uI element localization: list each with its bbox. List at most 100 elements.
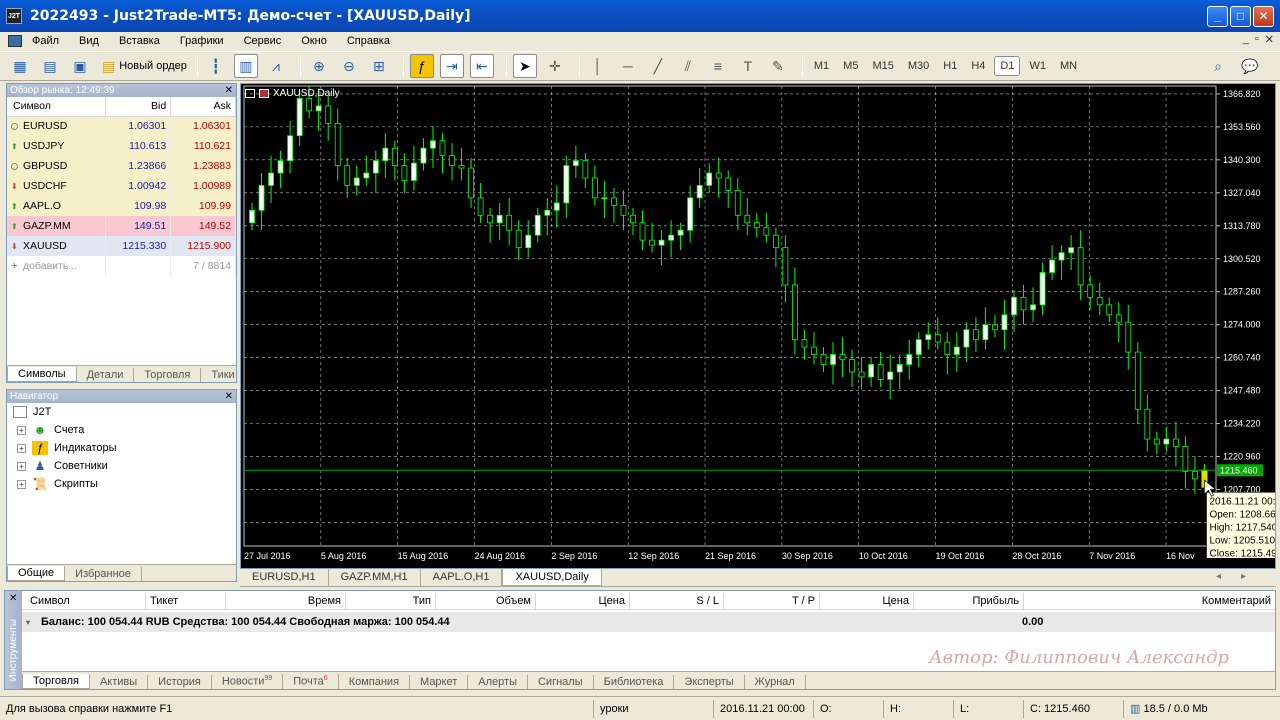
chat-icon[interactable]: 💬 xyxy=(1238,54,1262,78)
column-profit[interactable]: Прибыль xyxy=(914,593,1024,609)
navigator-item-accounts[interactable]: + ☻ Счета xyxy=(7,421,236,439)
trendline-icon[interactable]: ╱ xyxy=(646,54,670,78)
column-type[interactable]: Тип xyxy=(346,593,436,609)
menu-insert[interactable]: Вставка xyxy=(119,35,172,47)
menu-view[interactable]: Вид xyxy=(79,35,111,47)
timeframe-m30[interactable]: M30 xyxy=(903,57,934,75)
column-symbol[interactable]: Символ xyxy=(7,97,107,117)
market-watch-row[interactable]: ⬇ USDCHF 1.00942 1.00989 xyxy=(7,176,236,196)
tab-symbols[interactable]: Символы xyxy=(7,367,77,382)
text-icon[interactable]: T xyxy=(736,54,760,78)
zoom-out-icon[interactable]: ⊖ xyxy=(337,54,361,78)
shapes-icon[interactable]: ✎ xyxy=(766,54,790,78)
navigator-item-scripts[interactable]: + 📜 Скрипты xyxy=(7,475,236,493)
tab-signals[interactable]: Сигналы xyxy=(528,675,594,689)
candlestick-chart[interactable]: 1366.820 1353.560 1340.300 1327.040 1313.780… xyxy=(241,84,1280,568)
timeframe-m1[interactable]: M1 xyxy=(809,57,834,75)
new-order-button[interactable]: ▤ Новый ордер xyxy=(98,58,191,75)
tab-alerts[interactable]: Алерты xyxy=(468,675,528,689)
zoom-in-icon[interactable]: ⊕ xyxy=(307,54,331,78)
column-current-price[interactable]: Цена xyxy=(820,593,914,609)
column-ask[interactable]: Ask xyxy=(170,97,236,117)
expand-icon[interactable]: + xyxy=(17,425,26,435)
add-symbol-row[interactable]: + добавить... 7 / 8814 xyxy=(7,256,236,276)
indicators-icon[interactable]: ƒ xyxy=(409,54,434,78)
chart-window[interactable]: 1366.820 1353.560 1340.300 1327.040 1313.780… xyxy=(240,83,1280,569)
timeframe-h1[interactable]: H1 xyxy=(938,57,962,75)
tab-scroll-arrows[interactable]: ◂▸ xyxy=(1216,571,1266,582)
strategy-tester-icon[interactable]: ▣ xyxy=(68,54,92,78)
column-tp[interactable]: T / P xyxy=(724,593,820,609)
chart-shift-icon[interactable]: ⇤ xyxy=(469,54,494,78)
expand-icon[interactable]: + xyxy=(17,461,26,471)
close-icon[interactable]: ✕ xyxy=(225,390,233,403)
fibonacci-icon[interactable]: ≡ xyxy=(706,54,730,78)
expand-icon[interactable]: + xyxy=(17,479,26,489)
candlestick-chart-icon[interactable]: ▥ xyxy=(233,54,258,78)
tile-windows-icon[interactable]: ⊞ xyxy=(367,54,391,78)
market-watch-row[interactable]: ⬇ XAUUSD 1215.330 1215.900 xyxy=(7,236,236,256)
tab-journal[interactable]: Журнал xyxy=(745,675,806,689)
maximize-button[interactable]: □ xyxy=(1230,6,1251,27)
tab-exposure[interactable]: Активы xyxy=(90,675,149,689)
mdi-restore-button[interactable]: ▫ xyxy=(1255,33,1259,46)
menu-charts[interactable]: Графики xyxy=(180,35,236,47)
tab-market[interactable]: Маркет xyxy=(410,675,469,689)
timeframe-h4[interactable]: H4 xyxy=(966,57,990,75)
column-sl[interactable]: S / L xyxy=(630,593,724,609)
chart-tab-aapl[interactable]: AAPL.O,H1 xyxy=(421,569,503,586)
expand-icon[interactable]: + xyxy=(17,443,26,453)
equidistant-channel-icon[interactable]: ⫽ xyxy=(676,54,700,78)
chart-tab-xauusd[interactable]: XAUUSD,Daily xyxy=(502,569,602,586)
vertical-line-icon[interactable]: │ xyxy=(586,54,610,78)
timeframe-mn[interactable]: MN xyxy=(1055,57,1082,75)
status-profile[interactable]: уроки xyxy=(594,699,714,718)
market-watch-row[interactable]: ⬆ AAPL.O 109.98 109.99 xyxy=(7,196,236,216)
horizontal-line-icon[interactable]: ─ xyxy=(616,54,640,78)
cursor-icon[interactable]: ➤ xyxy=(512,54,537,78)
chart-menu-icon[interactable] xyxy=(245,89,255,98)
minimize-button[interactable]: _ xyxy=(1207,6,1228,27)
column-symbol[interactable]: Символ xyxy=(22,593,146,609)
tab-history[interactable]: История xyxy=(148,675,212,689)
line-chart-icon[interactable]: ⩘ xyxy=(264,54,288,78)
menu-file[interactable]: Файл xyxy=(32,35,71,47)
menu-tools[interactable]: Сервис xyxy=(244,35,294,47)
column-time[interactable]: Время xyxy=(226,593,346,609)
chart-flag-icon[interactable] xyxy=(259,89,269,98)
tab-mailbox[interactable]: Почта6 xyxy=(283,674,339,689)
bar-chart-icon[interactable]: ┇ xyxy=(204,54,228,78)
balance-row[interactable]: ▾ Баланс: 100 054.44 RUB Средства: 100 0… xyxy=(22,612,1275,632)
column-ticket[interactable]: Тикет xyxy=(146,593,226,609)
navigator-item-experts[interactable]: + ♟ Советники xyxy=(7,457,236,475)
chart-tab-eurusd[interactable]: EURUSD,H1 xyxy=(240,569,329,586)
profiles-icon[interactable]: ▤ xyxy=(38,54,62,78)
menu-help[interactable]: Справка xyxy=(347,35,402,47)
tab-details[interactable]: Детали xyxy=(77,368,135,382)
chart-tab-gazp[interactable]: GAZP.MM,H1 xyxy=(329,569,421,586)
new-chart-icon[interactable]: ▦ xyxy=(8,54,32,78)
close-button[interactable]: ✕ xyxy=(1253,6,1274,27)
collapse-icon[interactable]: ▾ xyxy=(26,618,35,627)
crosshair-icon[interactable]: ✛ xyxy=(543,54,567,78)
mdi-close-button[interactable]: ✕ xyxy=(1265,33,1274,46)
tab-news[interactable]: Новости99 xyxy=(212,674,284,689)
market-watch-row[interactable]: EURUSD 1.06301 1.06301 xyxy=(7,116,236,136)
tab-trading[interactable]: Торговля xyxy=(134,368,202,382)
tab-company[interactable]: Компания xyxy=(339,675,411,689)
navigator-item-indicators[interactable]: + ƒ Индикаторы xyxy=(7,439,236,457)
market-watch-row[interactable]: GBPUSD 1.23866 1.23883 xyxy=(7,156,236,176)
column-bid[interactable]: Bid xyxy=(105,97,172,117)
close-icon[interactable]: ✕ xyxy=(225,84,233,97)
market-watch-row[interactable]: ⬆ GAZP.MM 149.51 149.52 xyxy=(7,216,236,236)
tab-favorites[interactable]: Избранное xyxy=(65,567,142,581)
column-price[interactable]: Цена xyxy=(536,593,630,609)
close-icon[interactable]: ✕ xyxy=(9,593,17,604)
tab-trade[interactable]: Торговля xyxy=(22,674,90,689)
timeframe-m5[interactable]: M5 xyxy=(838,57,863,75)
column-volume[interactable]: Объем xyxy=(436,593,536,609)
autoscroll-icon[interactable]: ⇥ xyxy=(439,54,464,78)
timeframe-w1[interactable]: W1 xyxy=(1024,57,1051,75)
column-comment[interactable]: Комментарий xyxy=(1024,593,1275,609)
menu-window[interactable]: Окно xyxy=(301,35,339,47)
